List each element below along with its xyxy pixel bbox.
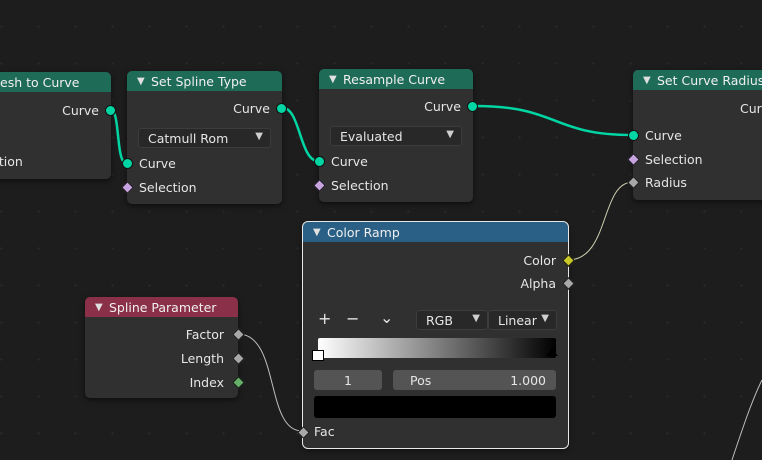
node-header[interactable]: ▼ Set Spline Type [127, 71, 282, 91]
chevron-down-icon: ▼ [472, 313, 480, 324]
output-curve-label: Curve [233, 101, 270, 116]
spline-type-dropdown[interactable]: Catmull Rom ▼ [138, 128, 271, 148]
output-curve-label: Curve [62, 103, 99, 118]
dropdown-value: RGB [426, 312, 453, 328]
color-stop-handle-black[interactable] [546, 348, 558, 356]
output-curve-socket[interactable] [276, 103, 287, 114]
collapse-chevron-icon[interactable]: ▼ [313, 227, 327, 238]
color-mode-dropdown[interactable]: RGB ▼ [416, 310, 488, 330]
ramp-menu-button[interactable]: ⌄ [380, 308, 393, 327]
collapse-chevron-icon[interactable]: ▼ [643, 75, 657, 86]
chevron-down-icon: ▼ [255, 131, 263, 142]
collapse-chevron-icon[interactable]: ▼ [95, 302, 109, 313]
input-curve-label: Curve [331, 154, 368, 169]
dropdown-value: Linear [498, 312, 537, 328]
link-ramp-to-radius[interactable] [567, 181, 634, 261]
chevron-down-icon: ▼ [446, 129, 454, 140]
link-mesh-to-spline[interactable] [110, 108, 127, 165]
input-radius-label: Radius [645, 175, 687, 190]
node-color-ramp[interactable]: ▼ Color Ramp Color Alpha + − ⌄ RGB ▼ Lin… [297, 221, 575, 449]
node-set-curve-radius[interactable]: ▼ Set Curve Radius Curv Curve Selection … [627, 70, 762, 200]
input-curve-label: Curve [645, 128, 682, 143]
output-curve-label: Curve [424, 99, 461, 114]
input-selection-label: Selection [139, 180, 197, 195]
node-title: Set Curve Radius [657, 72, 762, 88]
stop-color-swatch[interactable] [314, 396, 556, 418]
input-fac-label: Fac [314, 424, 335, 439]
node-header[interactable]: ▼ Resample Curve [319, 69, 473, 89]
mode-dropdown[interactable]: Evaluated ▼ [330, 126, 462, 146]
node-title: Spline Parameter [109, 299, 217, 315]
input-curve-label: Curve [139, 156, 176, 171]
collapse-chevron-icon[interactable]: ▼ [329, 74, 343, 85]
dropdown-value: Evaluated [340, 128, 403, 144]
chevron-down-icon: ▼ [541, 313, 549, 324]
output-factor-label: Factor [185, 327, 224, 342]
output-alpha-label: Alpha [520, 276, 556, 291]
dropdown-value: Catmull Rom [148, 130, 229, 146]
field-value: 1.000 [510, 372, 546, 388]
input-selection-label: ction [0, 154, 23, 169]
stop-position-field[interactable]: Pos 1.000 [393, 370, 556, 390]
output-index-label: Index [189, 375, 224, 390]
link-offscreen-right[interactable] [731, 379, 762, 460]
node-header[interactable]: esh to Curve [0, 72, 111, 92]
interpolation-dropdown[interactable]: Linear ▼ [488, 310, 557, 330]
field-label: Pos [410, 372, 432, 388]
output-curve-socket[interactable] [105, 105, 116, 116]
field-value: 1 [344, 372, 352, 388]
node-header[interactable]: ▼ Spline Parameter [85, 297, 238, 317]
add-stop-button[interactable]: + [318, 309, 331, 328]
node-title: Set Spline Type [151, 73, 247, 89]
remove-stop-button[interactable]: − [346, 309, 359, 328]
output-curve-label: Curv [740, 101, 762, 116]
node-spline-parameter[interactable]: ▼ Spline Parameter Factor Length Index [85, 297, 245, 398]
output-length-label: Length [180, 351, 224, 366]
link-parameter-to-ramp[interactable] [237, 333, 303, 432]
input-selection-label: Selection [645, 152, 703, 167]
link-resample-to-radius[interactable] [473, 104, 634, 137]
input-curve-socket[interactable] [314, 156, 325, 167]
node-header[interactable]: ▼ Set Curve Radius [633, 70, 762, 90]
node-title: Color Ramp [327, 224, 400, 240]
node-set-spline-type[interactable]: ▼ Set Spline Type Curve Catmull Rom ▼ Cu… [121, 71, 287, 204]
active-stop-index-field[interactable]: 1 [314, 370, 382, 390]
node-header[interactable]: ▼ Color Ramp [303, 222, 568, 242]
node-resample-curve[interactable]: ▼ Resample Curve Curve Evaluated ▼ Curve… [313, 69, 478, 202]
input-curve-socket[interactable] [122, 158, 133, 169]
output-color-label: Color [523, 253, 556, 268]
node-title: esh to Curve [0, 74, 80, 90]
collapse-chevron-icon[interactable]: ▼ [137, 76, 151, 87]
node-title: Resample Curve [343, 71, 446, 87]
gradient-bar[interactable] [318, 338, 556, 358]
color-stop-handle-white[interactable] [312, 350, 324, 361]
input-curve-socket[interactable] [628, 130, 639, 141]
output-curve-socket[interactable] [467, 101, 478, 112]
link-spline-to-resample[interactable] [282, 106, 319, 163]
node-mesh-to-curve[interactable]: esh to Curve Curve ction [0, 72, 116, 179]
input-selection-label: Selection [331, 178, 389, 193]
